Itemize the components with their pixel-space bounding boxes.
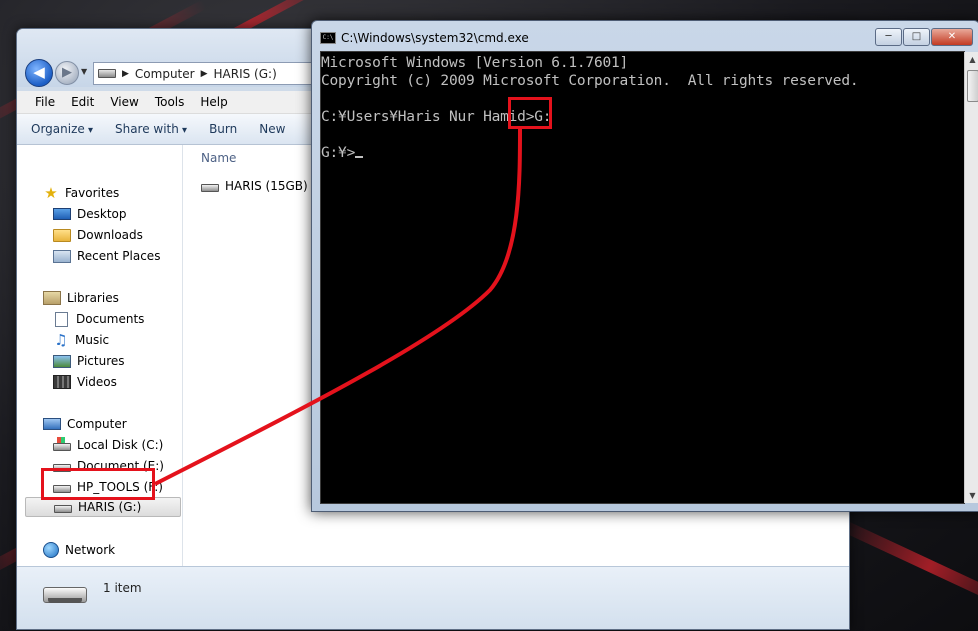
libraries-icon [43, 291, 61, 305]
nav-downloads[interactable]: Downloads [17, 225, 143, 245]
usb-drive-icon [54, 504, 72, 513]
nav-drive-g[interactable]: HARIS (G:) [25, 497, 181, 517]
nav-documents[interactable]: Documents [17, 309, 144, 329]
highlight-box-command [508, 97, 552, 129]
star-icon: ★ [44, 184, 58, 202]
console-line: G:¥> [321, 145, 356, 161]
nav-label: Desktop [77, 207, 127, 221]
breadcrumb-drive[interactable]: HARIS (G:) [214, 67, 277, 81]
menu-file[interactable]: File [27, 95, 63, 109]
close-button[interactable]: ✕ [931, 28, 973, 46]
burn-button[interactable]: Burn [209, 122, 237, 136]
nav-favorites[interactable]: ★ Favorites [17, 183, 119, 203]
console-text: Microsoft Windows [Version 6.1.7601] Cop… [321, 54, 859, 162]
nav-label: Computer [67, 417, 127, 431]
console-output[interactable]: Microsoft Windows [Version 6.1.7601] Cop… [320, 51, 978, 504]
text-cursor [355, 156, 364, 158]
nav-recent-places[interactable]: Recent Places [17, 246, 160, 266]
background-streak [836, 518, 978, 614]
menu-tools[interactable]: Tools [147, 95, 193, 109]
breadcrumb-separator-icon[interactable]: ▶ [122, 69, 129, 79]
console-line: Microsoft Windows [Version 6.1.7601] [321, 55, 629, 71]
recent-pages-chevron-down-icon[interactable]: ▼ [81, 67, 87, 76]
breadcrumb-computer[interactable]: Computer [135, 67, 195, 81]
music-note-icon: ♫ [54, 331, 68, 349]
nav-label: Downloads [77, 228, 143, 242]
address-bar[interactable]: ▶ Computer ▶ HARIS (G:) [93, 62, 319, 85]
menu-edit[interactable]: Edit [63, 95, 102, 109]
network-globe-icon [43, 542, 59, 558]
window-title: C:\Windows\system32\cmd.exe [341, 31, 529, 45]
share-with-button[interactable]: Share with [115, 122, 187, 136]
nav-label: Local Disk (C:) [77, 438, 164, 452]
downloads-folder-icon [53, 228, 71, 242]
nav-network[interactable]: Network [17, 540, 115, 560]
breadcrumb-separator-icon[interactable]: ▶ [201, 69, 208, 79]
nav-pictures[interactable]: Pictures [17, 351, 125, 371]
minimize-button[interactable]: ─ [875, 28, 902, 46]
console-line: Copyright (c) 2009 Microsoft Corporation… [321, 73, 859, 89]
new-folder-button[interactable]: New [259, 122, 285, 136]
videos-film-icon [53, 375, 71, 389]
nav-label: Pictures [77, 354, 125, 368]
list-item[interactable]: HARIS (15GB) [201, 179, 308, 193]
documents-icon [55, 311, 68, 327]
nav-label: Libraries [67, 291, 119, 305]
cmd-titlebar: C:\ C:\Windows\system32\cmd.exe [320, 31, 529, 45]
usb-drive-large-icon [43, 587, 87, 603]
desktop-icon [53, 208, 71, 220]
menu-help[interactable]: Help [192, 95, 235, 109]
pictures-icon [53, 354, 71, 368]
nav-label: Documents [76, 312, 145, 326]
nav-desktop[interactable]: Desktop [17, 204, 127, 224]
navigation-pane: ★ Favorites Desktop Downloads Recent Pla… [17, 145, 183, 629]
details-pane: 1 item [17, 566, 849, 629]
nav-label: Videos [77, 375, 117, 389]
nav-label: HARIS (G:) [78, 500, 142, 514]
usb-drive-icon [201, 183, 219, 192]
column-header-name[interactable]: Name [201, 151, 236, 165]
nav-videos[interactable]: Videos [17, 372, 117, 392]
vertical-scrollbar[interactable]: ▲ ▼ [964, 52, 978, 503]
console-icon[interactable]: C:\ [320, 32, 336, 44]
nav-computer[interactable]: Computer [17, 414, 127, 434]
scroll-down-arrow-icon[interactable]: ▼ [967, 490, 978, 501]
nav-drive-c[interactable]: Local Disk (C:) [17, 435, 163, 455]
nav-label: Favorites [65, 186, 120, 200]
back-arrow-icon[interactable]: ◀ [25, 59, 53, 87]
windows-drive-icon [53, 437, 71, 451]
nav-label: Recent Places [77, 249, 161, 263]
maximize-button[interactable]: □ [903, 28, 930, 46]
item-name: HARIS (15GB) [225, 179, 308, 193]
nav-music[interactable]: ♫ Music [17, 330, 109, 350]
window-controls: ─ □ ✕ [875, 28, 973, 46]
item-count: 1 item [103, 581, 142, 595]
menu-view[interactable]: View [102, 95, 146, 109]
scroll-thumb[interactable] [967, 70, 978, 102]
nav-label: Network [65, 543, 116, 557]
cmd-window: C:\ C:\Windows\system32\cmd.exe ─ □ ✕ Mi… [311, 20, 978, 512]
drive-icon [98, 69, 116, 78]
scroll-up-arrow-icon[interactable]: ▲ [967, 54, 978, 65]
organize-button[interactable]: Organize [31, 122, 93, 136]
nav-label: Music [75, 333, 110, 347]
recent-places-icon [53, 249, 71, 263]
computer-icon [43, 418, 61, 430]
nav-libraries[interactable]: Libraries [17, 288, 119, 308]
highlight-box-drive-g [41, 468, 155, 500]
forward-arrow-icon[interactable]: ▶ [55, 61, 79, 85]
